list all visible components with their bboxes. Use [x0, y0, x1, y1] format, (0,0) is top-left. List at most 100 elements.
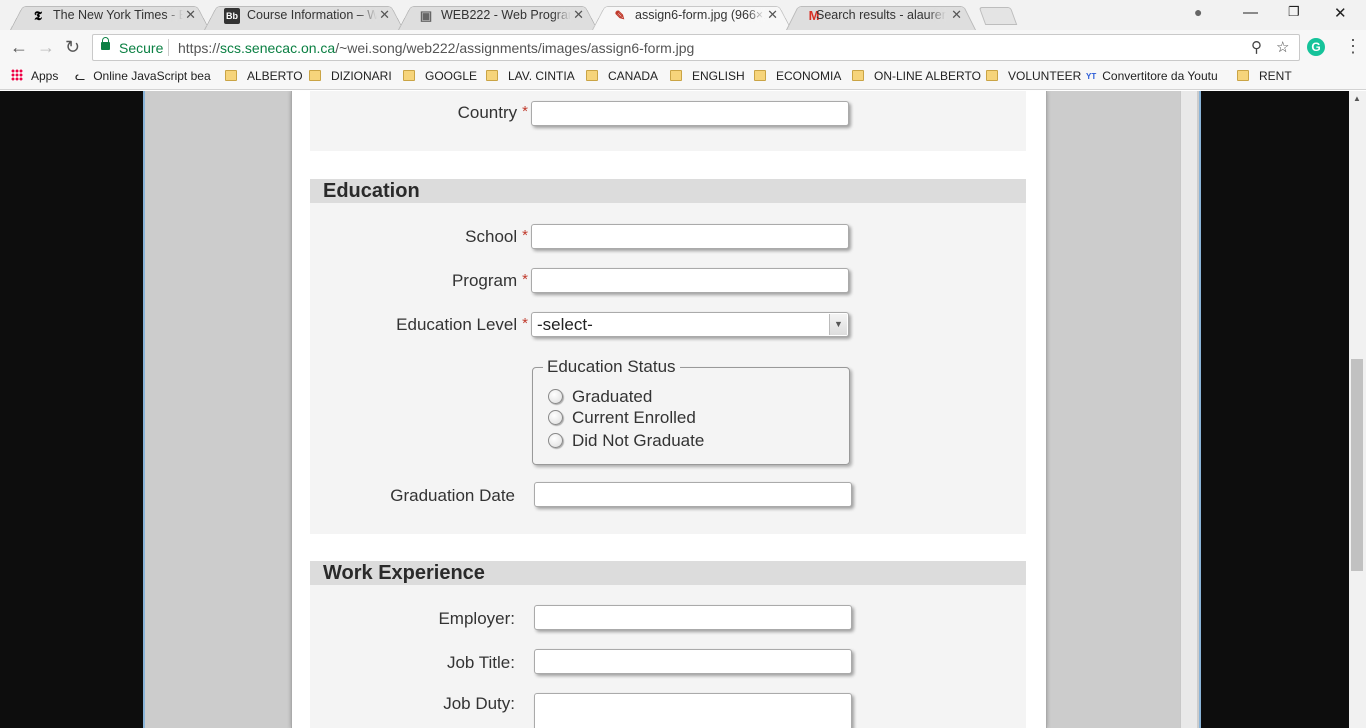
education-status-fieldset: Education Status Graduated Current Enrol… [532, 357, 850, 465]
bookmark-folder-english[interactable]: ENGLISH [670, 69, 745, 83]
education-section: Education School * Program * Education Lev… [310, 179, 1026, 534]
browser-toolbar: ← → ↻ Secure https://scs.senecac.on.ca/~… [0, 30, 1366, 64]
tab-title: WEB222 - Web Programmi [441, 8, 571, 22]
page-scrollbar[interactable]: ▲ [1349, 91, 1366, 728]
folder-icon [486, 70, 498, 81]
close-tab-icon[interactable]: ✕ [767, 7, 778, 23]
browser-menu-icon[interactable]: ⋮ [1344, 36, 1362, 57]
bookmark-folder-volunteer[interactable]: VOLUNTEER [986, 69, 1081, 83]
radio-button-icon[interactable] [548, 389, 563, 404]
folder-icon [986, 70, 998, 81]
url-path: /~wei.song/web222/assignments/images/ass… [335, 40, 695, 56]
chevron-down-icon: ▼ [829, 314, 847, 335]
profile-icon[interactable]: ● [1194, 4, 1202, 20]
program-input[interactable] [531, 268, 849, 293]
radio-button-icon[interactable] [548, 410, 563, 425]
image-favicon-icon: ✎ [614, 8, 626, 23]
program-label: Program * [451, 271, 528, 290]
tab-assign6-form[interactable]: ✎ assign6-form.jpg (966×1 ✕ [592, 2, 792, 31]
bookmark-folder-on-line-alberto[interactable]: ON-LINE ALBERTO [852, 69, 981, 83]
bookmark-apps[interactable]: Apps [11, 69, 58, 83]
job-title-label: Job Title: [446, 653, 515, 672]
nytimes-favicon-icon: 𝕿 [34, 8, 42, 23]
work-experience-section: Work Experience Employer: Job Title: Job… [310, 561, 1026, 728]
tab-course-information[interactable]: Bb Course Information – WE ✕ [204, 2, 404, 31]
close-tab-icon[interactable]: ✕ [951, 7, 962, 23]
folder-icon [309, 70, 321, 81]
education-status-legend: Education Status [543, 357, 680, 377]
grammarly-extension-icon[interactable]: G [1307, 38, 1325, 56]
restore-window-button[interactable]: ❐ [1288, 4, 1300, 20]
employer-input[interactable] [534, 605, 852, 630]
country-input[interactable] [531, 101, 849, 126]
url-host: scs.senecac.on.ca [220, 40, 336, 56]
bookmark-online-javascript[interactable]: ᓚ Online JavaScript bea [75, 69, 211, 83]
job-title-input[interactable] [534, 649, 852, 674]
folder-icon [225, 70, 237, 81]
radio-button-icon[interactable] [548, 433, 563, 448]
bookmark-folder-google[interactable]: GOOGLE [403, 69, 477, 83]
web222-favicon-icon: ▣ [419, 8, 433, 23]
tab-strip: 𝕿 The New York Times - Br ✕ Bb Course In… [0, 0, 1366, 31]
bookmark-folder-canada[interactable]: CANADA [586, 69, 658, 83]
scrollbar-thumb[interactable] [1351, 359, 1363, 571]
youtube-mp3-icon: YT [1086, 72, 1097, 81]
radio-graduated[interactable]: Graduated [548, 387, 652, 407]
employer-label: Employer: [438, 609, 515, 628]
close-tab-icon[interactable]: ✕ [573, 7, 584, 23]
folder-icon [1237, 70, 1249, 81]
page-viewport: Country * Education School * Program * Educ… [0, 91, 1366, 728]
tab-gmail-search[interactable]: M Search results - alaurenzi ✕ [786, 2, 976, 31]
folder-icon [403, 70, 415, 81]
tab-title: assign6-form.jpg (966×1 [635, 8, 765, 22]
scroll-up-arrow-icon[interactable]: ▲ [1353, 94, 1361, 103]
tab-title: Search results - alaurenzi [816, 8, 946, 22]
tab-title: The New York Times - Br [53, 8, 183, 22]
security-label: Secure [119, 40, 164, 56]
blackboard-favicon-icon: Bb [224, 8, 240, 24]
education-level-select[interactable]: -select- ▼ [531, 312, 849, 337]
close-window-button[interactable]: ✕ [1334, 4, 1347, 22]
back-arrow-icon[interactable]: ← [10, 37, 28, 58]
bookmark-folder-lav-cintia[interactable]: LAV. CINTIA [486, 69, 575, 83]
folder-icon [670, 70, 682, 81]
job-duty-textarea[interactable] [534, 693, 852, 728]
school-input[interactable] [531, 224, 849, 249]
reload-icon[interactable]: ↻ [65, 37, 80, 58]
cat-icon: ᓚ [75, 69, 86, 83]
bookmark-folder-rent[interactable]: RENT [1237, 69, 1292, 83]
bookmark-star-icon[interactable]: ☆ [1276, 38, 1289, 56]
radio-current-enrolled[interactable]: Current Enrolled [548, 408, 696, 428]
tab-web222[interactable]: ▣ WEB222 - Web Programmi ✕ [398, 2, 598, 31]
bookmark-folder-dizionari[interactable]: DIZIONARI [309, 69, 392, 83]
lock-icon [101, 37, 110, 50]
bookmark-youtube-converter[interactable]: YT Convertitore da Youtu [1086, 69, 1222, 83]
url-text: https://scs.senecac.on.ca/~wei.song/web2… [178, 40, 694, 56]
graduation-date-input[interactable] [534, 482, 852, 507]
education-heading: Education [310, 179, 1026, 203]
school-label: School * [465, 227, 528, 246]
close-tab-icon[interactable]: ✕ [379, 7, 390, 23]
form-page: Country * Education School * Program * Educ… [291, 91, 1047, 728]
tab-nytimes[interactable]: 𝕿 The New York Times - Br ✕ [10, 2, 210, 31]
radio-did-not-graduate[interactable]: Did Not Graduate [548, 431, 704, 451]
country-label: Country * [457, 103, 528, 122]
folder-icon [586, 70, 598, 81]
bookmark-folder-economia[interactable]: ECONOMIA [754, 69, 841, 83]
bookmarks-bar: Apps ᓚ Online JavaScript bea ALBERTO DIZI… [0, 64, 1366, 90]
education-level-label: Education Level * [396, 315, 528, 334]
job-duty-label: Job Duty: [443, 694, 515, 713]
work-experience-heading: Work Experience [310, 561, 1026, 585]
zoom-icon[interactable]: ⚲ [1251, 38, 1262, 56]
address-section: Country * [310, 91, 1026, 151]
graduation-date-label: Graduation Date [390, 486, 515, 505]
close-tab-icon[interactable]: ✕ [185, 7, 196, 23]
bookmark-folder-alberto[interactable]: ALBERTO [225, 69, 303, 83]
minimize-window-button[interactable]: — [1243, 4, 1258, 21]
image-frame: Country * Education School * Program * Educ… [143, 91, 1201, 728]
forward-arrow-icon[interactable]: → [37, 37, 55, 58]
url-scheme: https:// [178, 40, 221, 56]
folder-icon [852, 70, 864, 81]
new-tab-button[interactable] [978, 7, 1018, 25]
address-bar[interactable]: Secure https://scs.senecac.on.ca/~wei.so… [92, 34, 1300, 61]
